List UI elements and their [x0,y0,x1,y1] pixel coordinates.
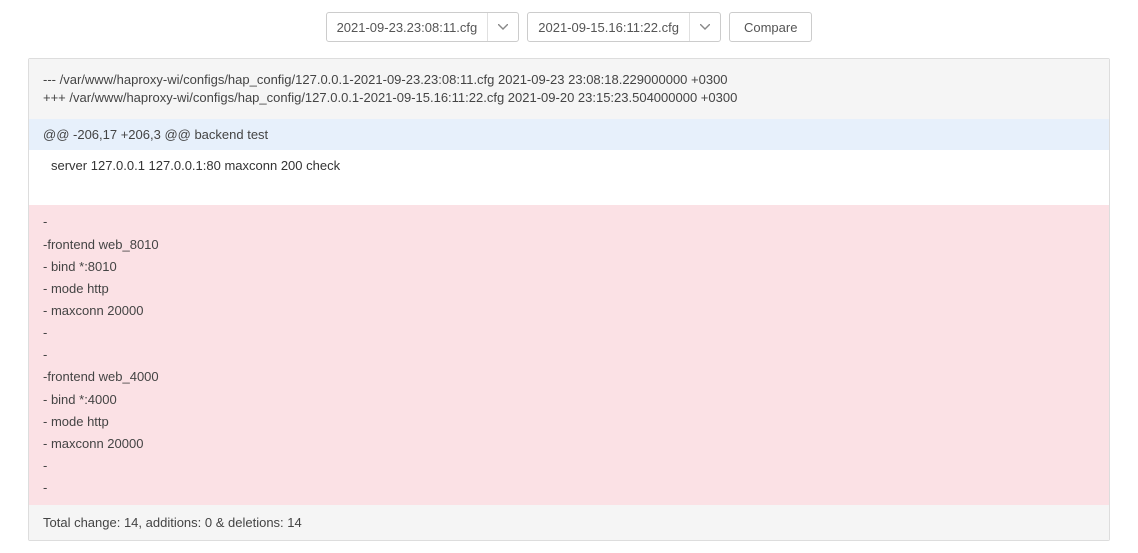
select-config-a-value: 2021-09-23.23:08:11.cfg [337,20,478,35]
diff-removed-line: - [43,344,1095,366]
diff-removed-line: - [43,455,1095,477]
diff-removed-line: - [43,322,1095,344]
diff-removed-line: -frontend web_8010 [43,234,1095,256]
diff-removed-block: - -frontend web_8010 - bind *:8010 - mod… [29,205,1109,505]
diff-removed-line: - [43,477,1095,499]
diff-spacer [29,181,1109,205]
diff-removed-line: - bind *:4000 [43,389,1095,411]
diff-old-file: --- /var/www/haproxy-wi/configs/hap_conf… [43,71,1095,89]
diff-removed-line: - mode http [43,278,1095,300]
diff-removed-line: - [43,211,1095,233]
diff-removed-line: - bind *:8010 [43,256,1095,278]
diff-removed-line: - mode http [43,411,1095,433]
compare-controls: 2021-09-23.23:08:11.cfg 2021-09-15.16:11… [28,12,1110,42]
select-config-b[interactable]: 2021-09-15.16:11:22.cfg [527,12,721,42]
diff-context-line: server 127.0.0.1 127.0.0.1:80 maxconn 20… [29,150,1109,181]
chevron-down-icon [689,13,710,41]
diff-panel: --- /var/www/haproxy-wi/configs/hap_conf… [28,58,1110,541]
diff-summary: Total change: 14, additions: 0 & deletio… [29,505,1109,540]
diff-file-header: --- /var/www/haproxy-wi/configs/hap_conf… [29,59,1109,119]
diff-hunk-header: @@ -206,17 +206,3 @@ backend test [29,119,1109,150]
diff-removed-line: - maxconn 20000 [43,433,1095,455]
select-config-a[interactable]: 2021-09-23.23:08:11.cfg [326,12,520,42]
chevron-down-icon [487,13,508,41]
select-config-b-value: 2021-09-15.16:11:22.cfg [538,20,679,35]
diff-removed-line: -frontend web_4000 [43,366,1095,388]
diff-new-file: +++ /var/www/haproxy-wi/configs/hap_conf… [43,89,1095,107]
diff-removed-line: - maxconn 20000 [43,300,1095,322]
compare-button[interactable]: Compare [729,12,812,42]
